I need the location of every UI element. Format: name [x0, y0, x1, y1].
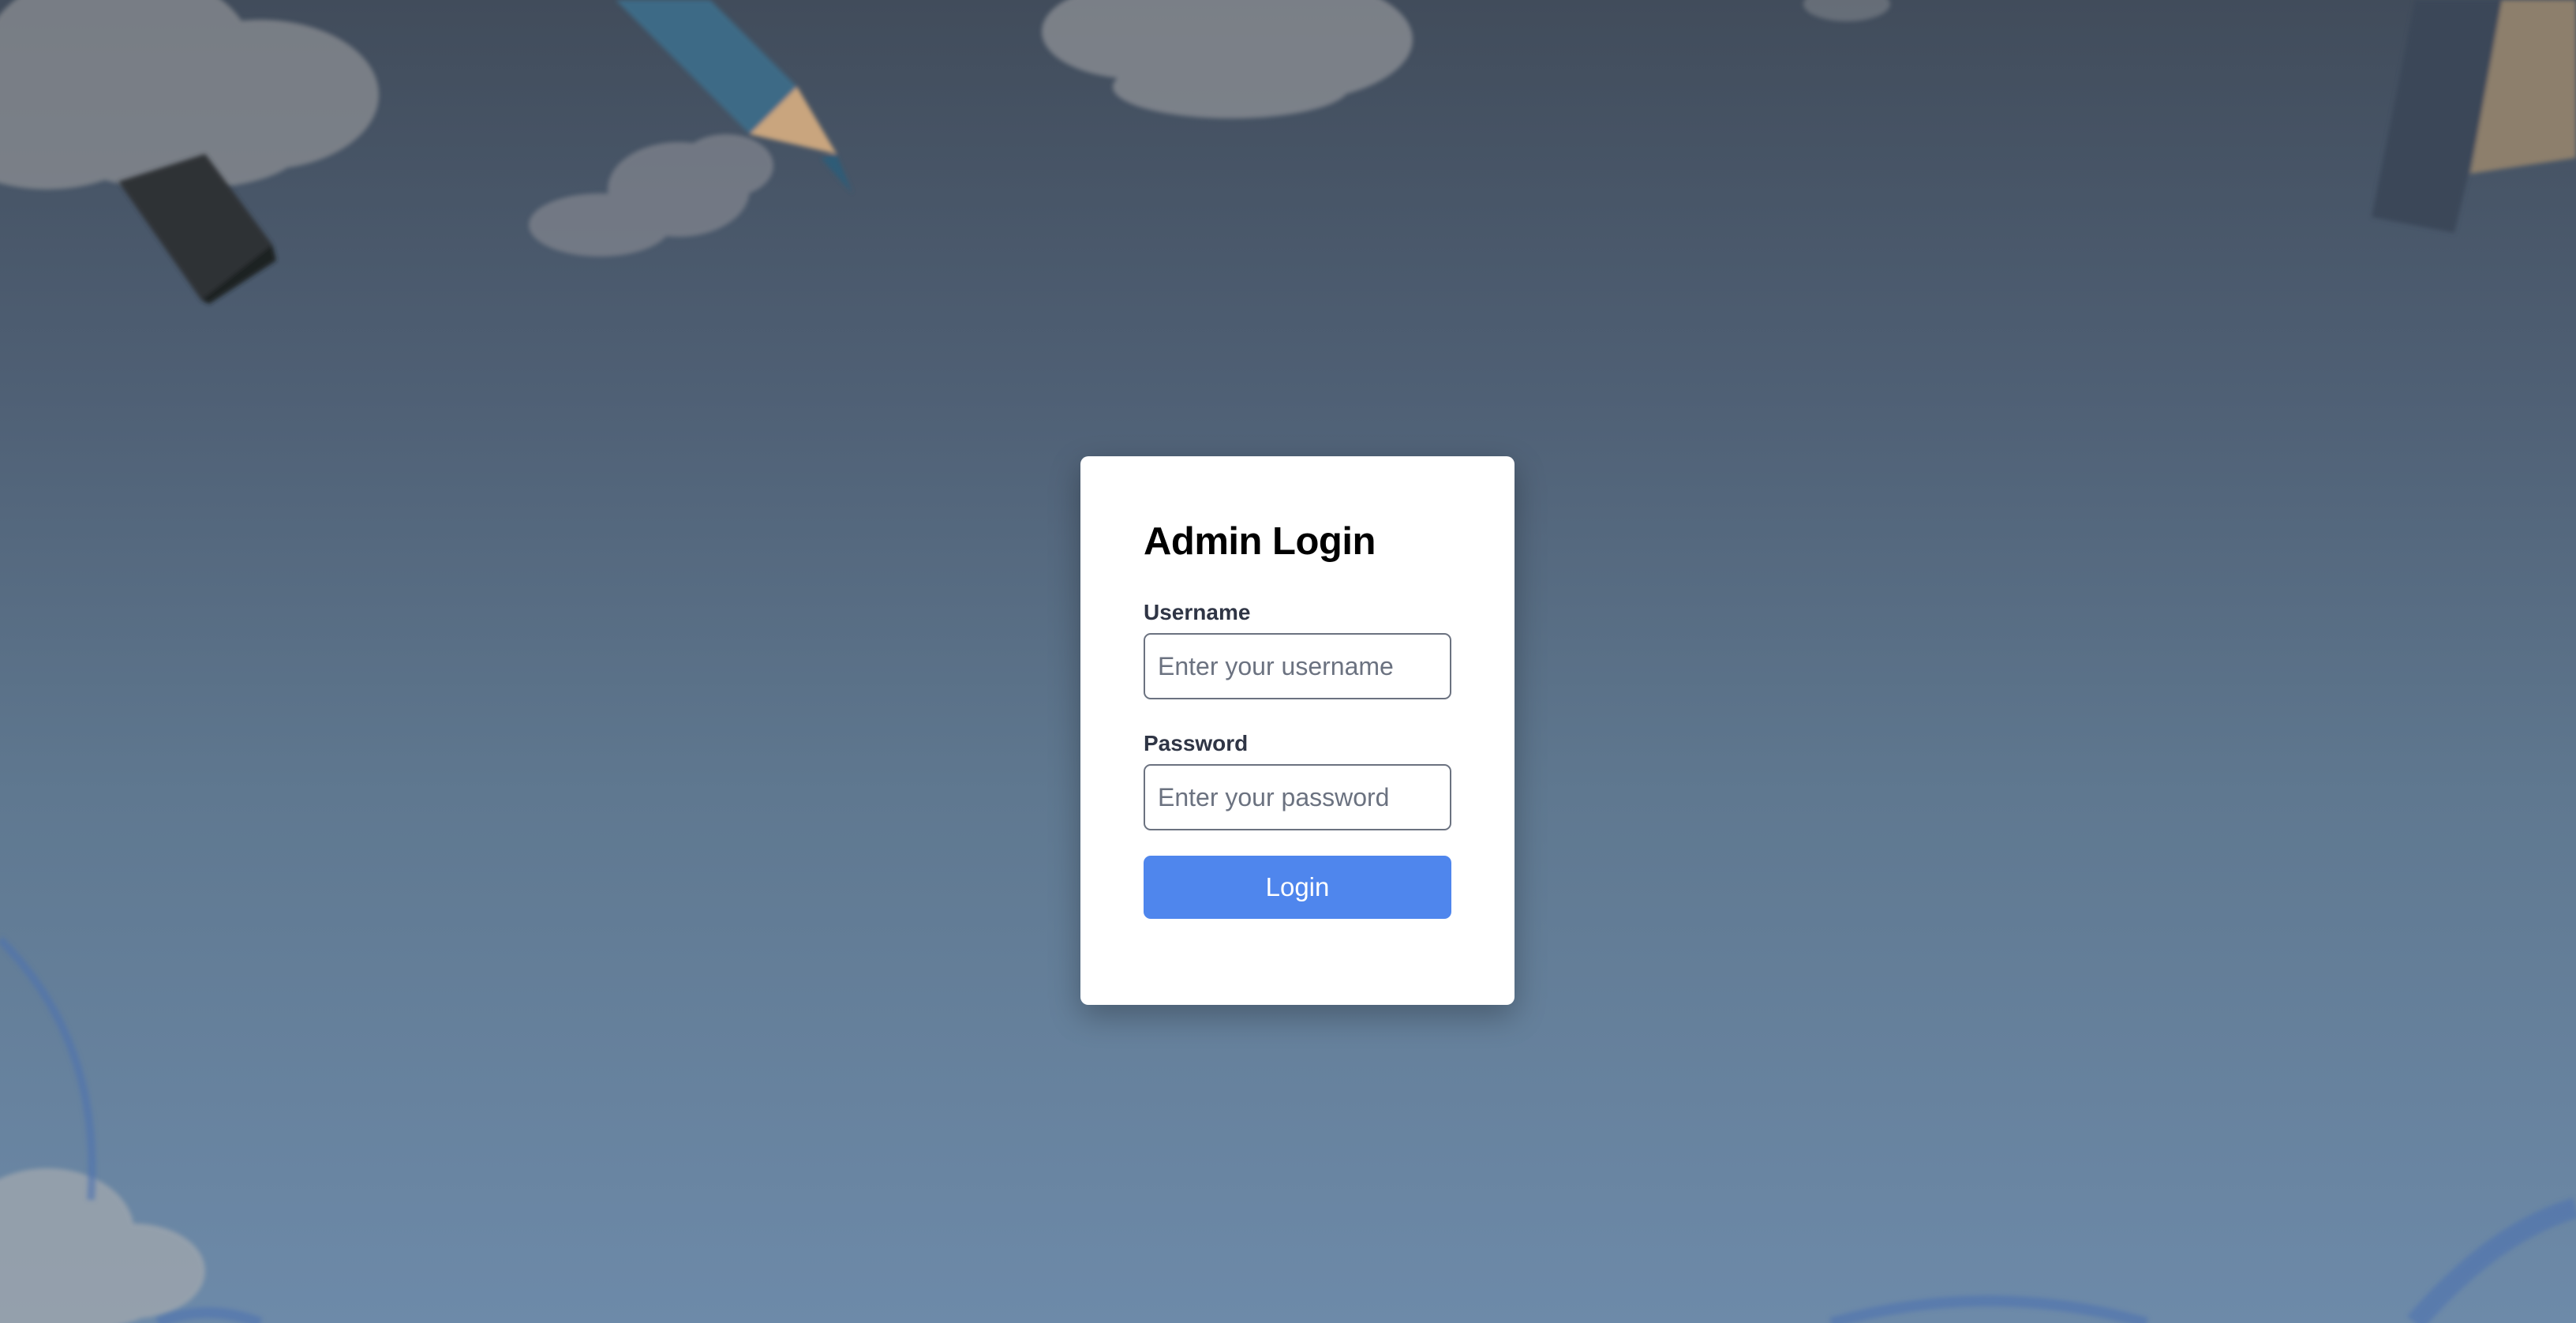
login-button[interactable]: Login	[1144, 856, 1451, 919]
password-label: Password	[1144, 731, 1249, 755]
ruler-decoration	[2372, 0, 2576, 233]
cloud-top-right-small	[1803, 0, 1890, 21]
cloud-mid-left	[529, 134, 773, 257]
username-input[interactable]	[1144, 633, 1451, 699]
username-label: Username	[1144, 600, 1251, 624]
cloud-bottom-left	[0, 1168, 205, 1323]
page-title: Admin Login	[1144, 520, 1376, 563]
login-card: Admin Login Username Password Login	[1080, 456, 1515, 1005]
password-input[interactable]	[1144, 764, 1451, 830]
cloud-top-center	[1042, 0, 1413, 118]
